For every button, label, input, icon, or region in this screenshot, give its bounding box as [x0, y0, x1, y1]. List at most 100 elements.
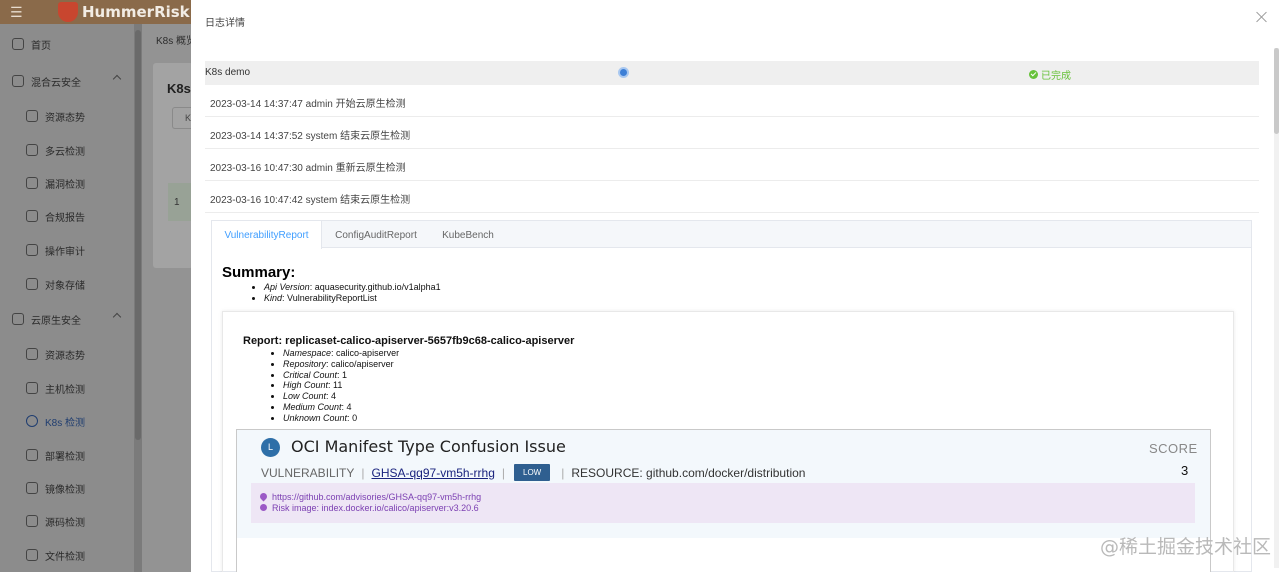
nav-icon [12, 313, 24, 325]
table-row[interactable]: 1 [168, 183, 192, 221]
sidebar-item-label: 资源态势 [45, 350, 85, 362]
sidebar-item[interactable]: K8s 检测 [0, 409, 134, 433]
list-item: Unknown Count: 0 [283, 413, 399, 424]
risk-image: Risk image: index.docker.io/calico/apise… [272, 502, 479, 513]
list-item: High Count: 11 [283, 380, 399, 391]
nav-icon [12, 38, 24, 50]
watermark: @稀土掘金技术社区 [1100, 536, 1272, 558]
field-value: 4 [346, 401, 352, 412]
field-key: Namespace [283, 348, 332, 358]
chevron-up-icon[interactable] [112, 74, 122, 84]
list-item: Repository: calico/apiserver [283, 359, 399, 370]
close-icon[interactable] [1255, 10, 1269, 24]
sidebar: 首页 混合云安全 资源态势 多云检测 漏洞检测 合规报告 操作审计 对象存储 云原生安全 资源态势… [0, 24, 134, 572]
sidebar-item[interactable]: 漏洞检测 [0, 171, 134, 195]
reference-link[interactable]: https://github.com/advisories/GHSA-qq97-… [272, 492, 481, 502]
field-value: 0 [352, 412, 358, 423]
tab-kube-bench[interactable]: KubeBench [430, 221, 506, 248]
app-name: HummerRisk [82, 3, 190, 21]
nav-icon [26, 549, 38, 561]
vulnerability-card-footer [237, 538, 1210, 572]
list-item: Namespace: calico-apiserver [283, 348, 399, 359]
field-value: aquasecurity.github.io/v1alpha1 [314, 282, 441, 292]
score-value: 3 [1181, 463, 1189, 478]
sidebar-item[interactable]: 操作审计 [0, 238, 134, 262]
log-detail-drawer: 日志详情 K8s demo 已完成 2023-03-14 14:37:47 ad… [191, 0, 1280, 572]
sidebar-item[interactable]: 对象存储 [0, 272, 134, 296]
field-key: Unknown Count [283, 412, 348, 423]
field-value: 11 [333, 380, 343, 391]
sidebar-item-label: 多云检测 [45, 146, 85, 158]
log-entry: 2023-03-14 14:37:47 admin 开始云原生检测 [205, 85, 1259, 117]
field-value: calico/apiserver [331, 358, 394, 369]
sidebar-item[interactable]: 部署检测 [0, 443, 134, 467]
vulnerability-title: OCI Manifest Type Confusion Issue [291, 437, 566, 456]
sidebar-item-label: 主机检测 [45, 384, 85, 396]
nav-icon [26, 482, 38, 494]
sidebar-item-label: 漏洞检测 [45, 179, 85, 191]
summary-list: Api Version: aquasecurity.github.io/v1al… [264, 282, 441, 304]
tab-vulnerability-report[interactable]: VulnerabilityReport [212, 221, 322, 249]
field-key: Repository [283, 358, 327, 369]
report-title: Report: replicaset-calico-apiserver-5657… [243, 335, 575, 347]
sidebar-item[interactable]: 源码检测 [0, 509, 134, 533]
sidebar-item-label: 云原生安全 [31, 315, 81, 327]
chevron-up-icon[interactable] [112, 312, 122, 322]
sidebar-item-label: 混合云安全 [31, 77, 81, 89]
separator: | [561, 465, 565, 480]
sidebar-item[interactable]: 首页 [0, 32, 134, 56]
field-key: High Count [283, 380, 329, 391]
nav-icon [26, 348, 38, 360]
list-item: Low Count: 4 [283, 391, 399, 402]
vulnerability-meta: VULNERABILITY | GHSA-qq97-vm5h-rrhg | LO… [261, 464, 805, 481]
sidebar-item[interactable]: 主机检测 [0, 376, 134, 400]
advisory-link[interactable]: GHSA-qq97-vm5h-rrhg [372, 466, 495, 480]
score-label: SCORE [1149, 441, 1198, 456]
drawer-scroll-thumb[interactable] [1274, 48, 1279, 134]
sidebar-scroll-thumb[interactable] [135, 30, 141, 440]
field-value: VulnerabilityReportList [287, 293, 377, 303]
list-item: Critical Count: 1 [283, 370, 399, 381]
log-entry: 2023-03-16 10:47:30 admin 重新云原生检测 [205, 149, 1259, 181]
risk-image-row: Risk image: index.docker.io/calico/apise… [260, 503, 1195, 514]
severity-badge: LOW [514, 464, 551, 481]
pin-icon [258, 491, 269, 502]
report-box: Report: replicaset-calico-apiserver-5657… [222, 311, 1234, 572]
sidebar-item[interactable]: 资源态势 [0, 342, 134, 366]
breadcrumb[interactable]: K8s 概览 [156, 32, 196, 47]
reference-link-row[interactable]: https://github.com/advisories/GHSA-qq97-… [258, 491, 1195, 503]
nav-icon [26, 382, 38, 394]
sidebar-item[interactable]: 镜像检测 [0, 476, 134, 500]
sidebar-item[interactable]: 云原生安全 [0, 307, 134, 331]
task-header-row: K8s demo 已完成 [205, 61, 1259, 85]
nav-icon [26, 210, 38, 222]
sidebar-item-label: 文件检测 [45, 551, 85, 563]
nav-icon [26, 144, 38, 156]
field-key: Low Count [283, 391, 327, 402]
sidebar-item[interactable]: 混合云安全 [0, 69, 134, 93]
field-key: Medium Count [283, 401, 342, 412]
sidebar-item-label: 部署检测 [45, 451, 85, 463]
sidebar-item[interactable]: 合规报告 [0, 204, 134, 228]
sidebar-item-label: K8s 检测 [45, 417, 86, 429]
nav-icon [26, 110, 38, 122]
sidebar-item-label: 镜像检测 [45, 484, 85, 496]
vulnerability-label: VULNERABILITY [261, 465, 355, 480]
app-logo: HummerRisk [58, 2, 190, 22]
sidebar-item[interactable]: 多云检测 [0, 138, 134, 162]
sidebar-item[interactable]: 文件检测 [0, 543, 134, 567]
tab-config-audit-report[interactable]: ConfigAuditReport [324, 221, 428, 248]
shield-icon [58, 2, 78, 22]
menu-icon[interactable]: ☰ [10, 4, 23, 21]
list-item: Medium Count: 4 [283, 402, 399, 413]
nav-icon [26, 515, 38, 527]
sidebar-item-label: 首页 [31, 40, 51, 52]
sidebar-item-label: 资源态势 [45, 112, 85, 124]
severity-icon: L [261, 438, 280, 457]
sidebar-item-label: 合规报告 [45, 212, 85, 224]
kubernetes-icon [618, 67, 629, 78]
nav-icon [12, 75, 24, 87]
sidebar-item[interactable]: 资源态势 [0, 104, 134, 128]
info-icon [260, 503, 267, 511]
list-item: Api Version: aquasecurity.github.io/v1al… [264, 282, 441, 293]
